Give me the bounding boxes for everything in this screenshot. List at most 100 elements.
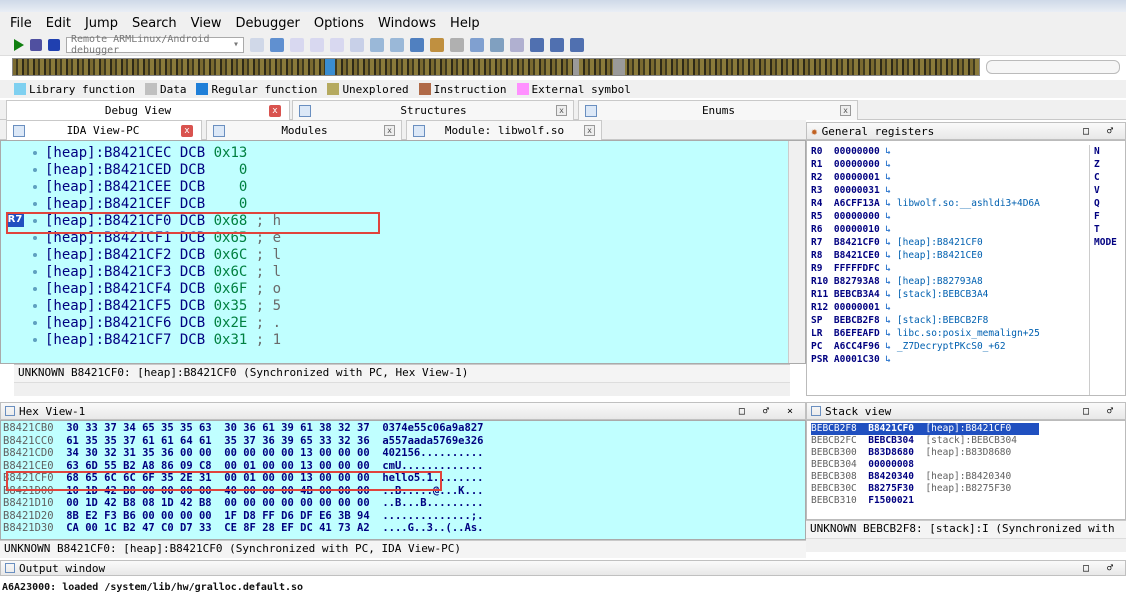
- stack-row[interactable]: BEBCB304 00000008: [811, 459, 925, 471]
- register-row[interactable]: R4 A6CFF13A ↳ libwolf.so:__ashldi3+4D6A: [811, 197, 1040, 210]
- register-reference[interactable]: libwolf.so:__ashldi3+4D6A: [897, 198, 1040, 209]
- stack-row[interactable]: BEBCB300 B83D8680 [heap]:B83D8680: [811, 447, 1011, 459]
- register-row[interactable]: R11 BEBCB3A4 ↳ [stack]:BEBCB3A4: [811, 288, 988, 301]
- menu-debugger[interactable]: Debugger: [233, 16, 301, 31]
- registers-pane[interactable]: N Z C V Q F T MODE R0 00000000 ↳ R1 00000000 ↳ …: [806, 140, 1126, 396]
- register-row[interactable]: LR B6EFEAFD ↳ libc.so:posix_memalign+25: [811, 327, 1040, 340]
- pause-icon[interactable]: [30, 38, 42, 51]
- panel-controls[interactable]: □ ♂: [1083, 563, 1119, 574]
- menu-jump[interactable]: Jump: [83, 16, 120, 31]
- hex-row[interactable]: B8421D10 00 1D 42 B8 08 1D 42 B8 00 00 0…: [3, 497, 483, 510]
- names-icon[interactable]: [550, 37, 564, 52]
- bookmark-icon[interactable]: [510, 37, 524, 52]
- menu-search[interactable]: Search: [130, 16, 179, 31]
- register-row[interactable]: PC A6CC4F96 ↳ _Z7DecryptPKcS0_+62: [811, 340, 1006, 353]
- disasm-line[interactable]: [heap]:B8421CF5 DCB 0x35 ; 5: [45, 298, 281, 315]
- register-row[interactable]: R12 00000001 ↳: [811, 301, 897, 314]
- register-row[interactable]: R3 00000031 ↳: [811, 184, 897, 197]
- tab-structures[interactable]: Structures x: [292, 100, 574, 120]
- stack-row[interactable]: BEBCB2F8 B8421CF0 [heap]:B8421CF0: [811, 423, 1039, 435]
- register-row[interactable]: R1 00000000 ↳: [811, 158, 897, 171]
- tab-ida-view-pc[interactable]: IDA View-PC x: [6, 120, 202, 140]
- menu-windows[interactable]: Windows: [376, 16, 438, 31]
- close-icon[interactable]: x: [384, 125, 395, 136]
- attach-icon[interactable]: [270, 37, 284, 52]
- register-row[interactable]: R6 00000010 ↳: [811, 223, 897, 236]
- menu-options[interactable]: Options: [312, 16, 366, 31]
- step-over-icon[interactable]: [310, 37, 324, 52]
- stack-row[interactable]: BEBCB310 F1500021: [811, 495, 925, 507]
- menu-help[interactable]: Help: [448, 16, 482, 31]
- register-row[interactable]: SP BEBCB2F8 ↳ [stack]:BEBCB2F8: [811, 314, 988, 327]
- register-row[interactable]: R9 FFFFFDFC ↳: [811, 262, 897, 275]
- hex-icon[interactable]: [390, 37, 404, 52]
- register-row[interactable]: R7 B8421CF0 ↳ [heap]:B8421CF0: [811, 236, 983, 249]
- register-reference[interactable]: [heap]:B8421CE0: [897, 250, 983, 261]
- stack-row[interactable]: BEBCB30C B8275F30 [heap]:B8275F30: [811, 483, 1011, 495]
- disasm-line[interactable]: [heap]:B8421CF7 DCB 0x31 ; 1: [45, 332, 281, 349]
- disasm-line[interactable]: [heap]:B8421CF3 DCB 0x6C ; l: [45, 264, 281, 281]
- register-row[interactable]: R10 B82793A8 ↳ [heap]:B82793A8: [811, 275, 983, 288]
- register-reference[interactable]: [heap]:B82793A8: [897, 276, 983, 287]
- close-icon[interactable]: x: [556, 105, 567, 116]
- stack-row[interactable]: BEBCB2FC BEBCB304 [stack]:BEBCB304: [811, 435, 1017, 447]
- stack-view-pane[interactable]: BEBCB2F8 B8421CF0 [heap]:B8421CF0 BEBCB2F…: [806, 420, 1126, 520]
- ida-horizontal-scrollbar[interactable]: [14, 382, 790, 396]
- navigation-band[interactable]: [12, 58, 980, 76]
- close-icon[interactable]: x: [840, 105, 851, 116]
- close-icon[interactable]: x: [181, 124, 193, 137]
- panel-controls[interactable]: □ ♂ ×: [739, 406, 799, 417]
- hex-row[interactable]: B8421D20 8B E2 F3 B6 00 00 00 00 1F D8 F…: [3, 510, 483, 523]
- tools-icon[interactable]: [490, 37, 504, 52]
- disasm-line[interactable]: [heap]:B8421CF4 DCB 0x6F ; o: [45, 281, 281, 298]
- disasm-line[interactable]: [heap]:B8421CEE DCB 0: [45, 179, 247, 196]
- tab-modules[interactable]: Modules x: [206, 120, 402, 140]
- menu-file[interactable]: File: [8, 16, 34, 31]
- search-icon[interactable]: [470, 37, 484, 52]
- hex-row[interactable]: B8421CC0 61 35 35 37 61 61 64 61 35 37 3…: [3, 435, 483, 448]
- disasm-line[interactable]: [heap]:B8421CEC DCB 0x13: [45, 145, 247, 162]
- strings-icon[interactable]: [570, 37, 584, 52]
- hex-row[interactable]: B8421CD0 34 30 32 31 35 36 00 00 00 00 0…: [3, 447, 483, 460]
- stop-icon[interactable]: [48, 38, 60, 51]
- disasm-line[interactable]: [heap]:B8421CEF DCB 0: [45, 196, 247, 213]
- menu-edit[interactable]: Edit: [44, 16, 73, 31]
- disasm-line[interactable]: [heap]:B8421CF6 DCB 0x2E ; .: [45, 315, 281, 332]
- tab-enums[interactable]: Enums x: [578, 100, 858, 120]
- debugger-select[interactable]: Remote ARMLinux/Android debugger ▾: [66, 34, 244, 56]
- register-reference[interactable]: _Z7DecryptPKcS0_+62: [897, 341, 1006, 352]
- register-row[interactable]: R5 00000000 ↳: [811, 210, 897, 223]
- register-reference[interactable]: [stack]:BEBCB3A4: [897, 289, 989, 300]
- menu-view[interactable]: View: [189, 16, 224, 31]
- step-into-icon[interactable]: [290, 37, 304, 52]
- close-icon[interactable]: x: [269, 104, 281, 117]
- hex-row[interactable]: B8421D30 CA 00 1C B2 47 C0 D7 33 CE 8F 2…: [3, 522, 483, 535]
- register-reference[interactable]: [heap]:B8421CF0: [897, 237, 983, 248]
- register-row[interactable]: PSR A0001C30 ↳: [811, 353, 897, 366]
- stack-horizontal-scrollbar[interactable]: [806, 538, 1126, 552]
- register-row[interactable]: R8 B8421CE0 ↳ [heap]:B8421CE0: [811, 249, 983, 262]
- panel-controls[interactable]: □ ♂: [1083, 126, 1119, 137]
- step-out-icon[interactable]: [350, 37, 364, 52]
- hex-row[interactable]: B8421CB0 30 33 37 34 65 35 35 63 30 36 6…: [3, 422, 483, 435]
- tab-module-libwolf[interactable]: Module: libwolf.so x: [406, 120, 602, 140]
- panel-controls[interactable]: □ ♂: [1083, 406, 1119, 417]
- ida-view-pane[interactable]: [heap]:B8421CEC DCB 0x13 [heap]:B8421CED …: [0, 140, 806, 364]
- tab-debug-view[interactable]: Debug View x: [6, 100, 290, 120]
- calls-icon[interactable]: [430, 37, 444, 52]
- navigation-band-scroll[interactable]: [986, 60, 1120, 74]
- play-icon[interactable]: [14, 38, 24, 51]
- xrefs-icon[interactable]: [410, 37, 424, 52]
- run-to-cursor-icon[interactable]: [330, 37, 344, 52]
- disasm-line[interactable]: [heap]:B8421CF2 DCB 0x6C ; l: [45, 247, 281, 264]
- register-reference[interactable]: [stack]:BEBCB2F8: [897, 315, 989, 326]
- disasm-line[interactable]: [heap]:B8421CED DCB 0: [45, 162, 247, 179]
- breakpoint-icon[interactable]: [250, 37, 264, 52]
- flow-icon[interactable]: [450, 37, 464, 52]
- stack-row[interactable]: BEBCB308 B8420340 [heap]:B8420340: [811, 471, 1011, 483]
- register-row[interactable]: R2 00000001 ↳: [811, 171, 897, 184]
- graph-icon[interactable]: [370, 37, 384, 52]
- close-icon[interactable]: x: [584, 125, 595, 136]
- ida-vertical-scrollbar[interactable]: [788, 141, 805, 363]
- register-reference[interactable]: libc.so:posix_memalign+25: [897, 328, 1040, 339]
